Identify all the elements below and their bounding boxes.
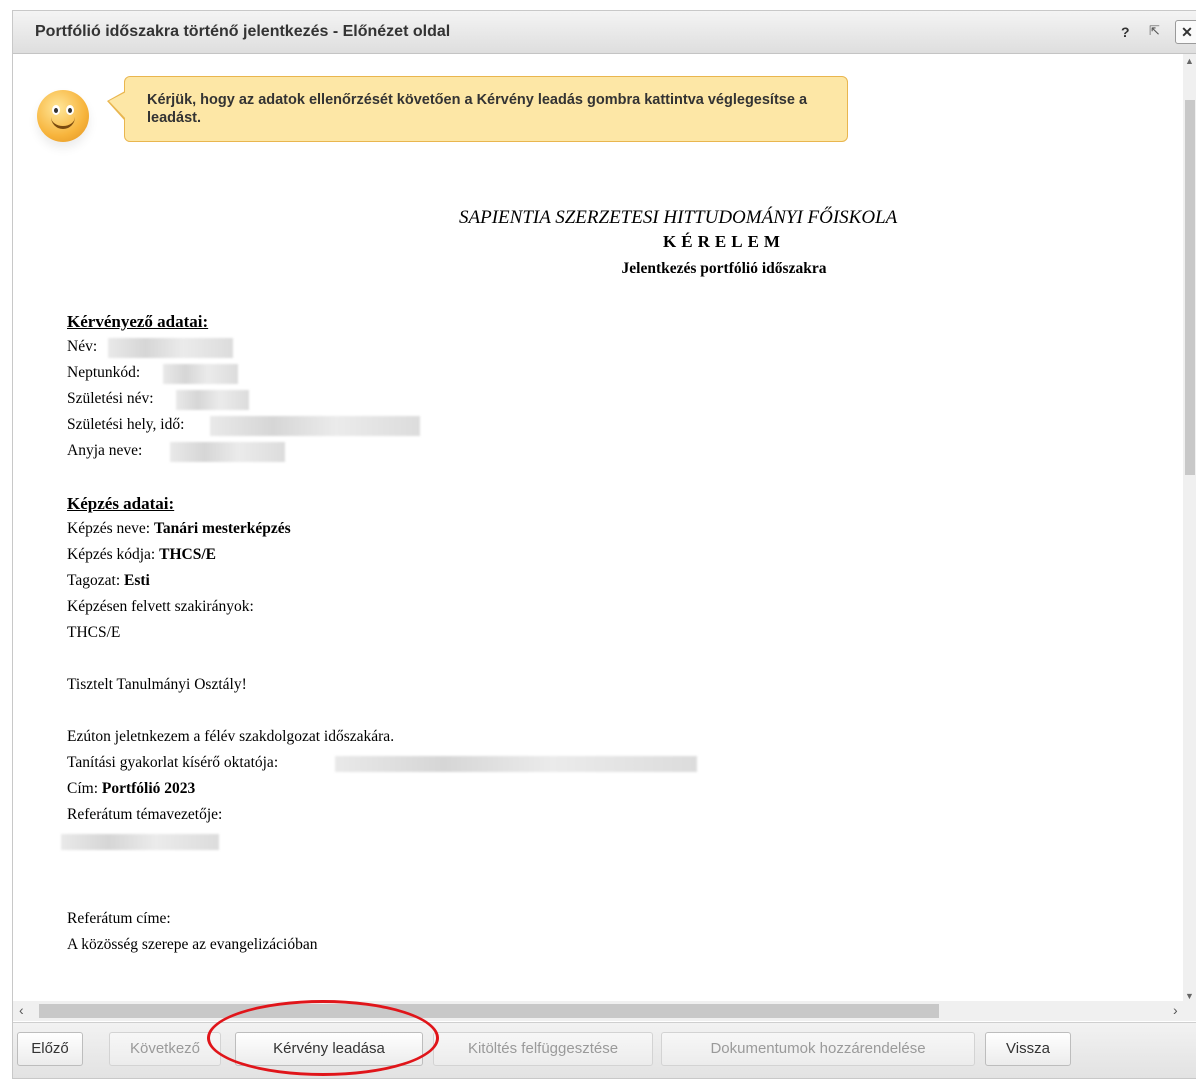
- training-mode-label: Tagozat:: [67, 572, 121, 589]
- name-label: Név:: [67, 338, 98, 355]
- dialog-titlebar: Portfólió időszakra történő jelentkezés …: [13, 11, 1196, 54]
- horizontal-scroll-thumb[interactable]: [39, 1004, 939, 1018]
- back-button[interactable]: Vissza: [985, 1032, 1071, 1066]
- next-button[interactable]: Következő: [109, 1032, 221, 1066]
- smiley-mouth: [51, 112, 75, 129]
- training-name-label: Képzés neve:: [67, 520, 151, 537]
- notice-text: Kérjük, hogy az adatok ellenőrzését köve…: [147, 92, 808, 126]
- body-line: Ezúton jeletnkezem a félév szakdolgozat …: [67, 728, 395, 745]
- prev-button[interactable]: Előző: [17, 1032, 83, 1066]
- close-icon[interactable]: ✕: [1175, 20, 1196, 44]
- scroll-up-icon[interactable]: ▲: [1185, 56, 1194, 66]
- birth-place-label: Születési hely, idő:: [67, 416, 185, 433]
- greeting: Tisztelt Tanulmányi Osztály!: [67, 676, 247, 693]
- popout-icon[interactable]: ⇱: [1149, 23, 1160, 39]
- document-heading: KÉRELEM: [663, 232, 785, 251]
- training-code-value: THCS/E: [159, 546, 216, 563]
- assign-documents-button[interactable]: Dokumentumok hozzárendelése: [661, 1032, 975, 1066]
- neptun-label: Neptunkód:: [67, 364, 141, 381]
- training-name-row: Képzés neve: Tanári mesterképzés: [67, 520, 291, 538]
- vertical-scroll-thumb[interactable]: [1185, 100, 1195, 475]
- action-toolbar: Előző Következő Kérvény leadása Kitöltés…: [13, 1022, 1196, 1078]
- training-name-value: Tanári mesterképzés: [153, 520, 291, 537]
- spec-value: THCS/E: [67, 624, 121, 641]
- supervisor-redacted: [335, 756, 697, 772]
- horizontal-scrollbar[interactable]: ‹ ›: [13, 1001, 1196, 1021]
- preview-content: Kérjük, hogy az adatok ellenőrzését köve…: [13, 54, 1183, 1001]
- birth-place-redacted: [210, 416, 420, 436]
- training-section-title: Képzés adatai:: [67, 494, 175, 513]
- name-redacted: [108, 338, 233, 358]
- birth-name-label: Születési név:: [67, 390, 154, 407]
- document-subheading: Jelentkezés portfólió időszakra: [621, 260, 827, 277]
- help-icon[interactable]: ?: [1121, 24, 1130, 40]
- scroll-down-icon[interactable]: ▼: [1185, 991, 1194, 1001]
- referat-title-value: A közösség szerepe az evangelizációban: [67, 936, 318, 953]
- referat-supervisor-label: Referátum témavezetője:: [67, 806, 223, 823]
- neptun-redacted: [163, 364, 238, 384]
- spec-label: Képzésen felvett szakirányok:: [67, 598, 254, 615]
- supervisor-label: Tanítási gyakorlat kísérő oktatója:: [67, 754, 279, 771]
- referat-title-label: Referátum címe:: [67, 910, 171, 927]
- training-mode-value: Esti: [124, 572, 150, 589]
- title-row: Cím: Portfólió 2023: [67, 780, 195, 798]
- training-code-label: Képzés kódja:: [67, 546, 156, 563]
- smiley-icon: [37, 90, 89, 142]
- notice-bubble: Kérjük, hogy az adatok ellenőrzését köve…: [107, 76, 848, 142]
- training-mode-row: Tagozat: Esti: [67, 572, 150, 590]
- training-code-row: Képzés kódja: THCS/E: [67, 546, 216, 564]
- mother-redacted: [170, 442, 285, 462]
- vertical-scrollbar[interactable]: ▲ ▼: [1183, 54, 1196, 1001]
- institution-name: SAPIENTIA SZERZETESI HITTUDOMÁNYI FŐISKO…: [459, 207, 898, 228]
- title-label: Cím:: [67, 780, 99, 797]
- mother-label: Anyja neve:: [67, 442, 143, 459]
- dialog-title: Portfólió időszakra történő jelentkezés …: [35, 23, 451, 40]
- dialog-window: Portfólió időszakra történő jelentkezés …: [12, 10, 1196, 1079]
- referat-supervisor-redacted: [61, 834, 219, 850]
- suspend-filling-button[interactable]: Kitöltés felfüggesztése: [433, 1032, 653, 1066]
- applicant-section-title: Kérvényező adatai:: [67, 312, 209, 331]
- scroll-right-icon[interactable]: ›: [1173, 1002, 1178, 1018]
- title-value: Portfólió 2023: [101, 780, 196, 797]
- birth-name-redacted: [176, 390, 249, 410]
- submit-request-button[interactable]: Kérvény leadása: [235, 1032, 423, 1066]
- scroll-left-icon[interactable]: ‹: [19, 1002, 24, 1018]
